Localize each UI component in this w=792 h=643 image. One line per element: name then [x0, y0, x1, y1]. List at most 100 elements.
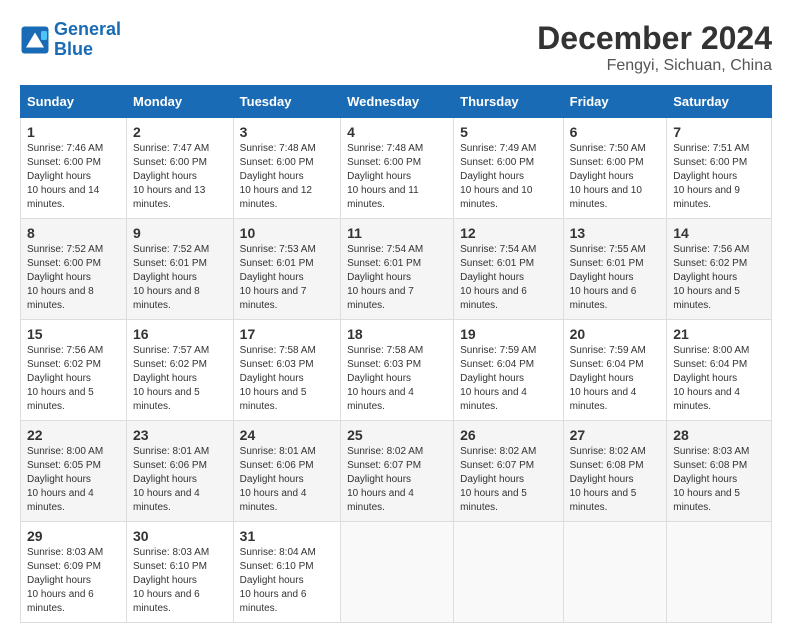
day-info: Sunrise: 7:53 AMSunset: 6:01 PMDaylight …	[240, 243, 334, 313]
day-info: Sunrise: 7:51 AMSunset: 6:00 PMDaylight …	[673, 142, 765, 212]
day-number: 24	[240, 427, 334, 443]
calendar-day-cell: 17 Sunrise: 7:58 AMSunset: 6:03 PMDaylig…	[233, 320, 340, 421]
day-number: 16	[133, 326, 227, 342]
calendar-day-cell: 4 Sunrise: 7:48 AMSunset: 6:00 PMDayligh…	[341, 118, 454, 219]
calendar-day-cell: 5 Sunrise: 7:49 AMSunset: 6:00 PMDayligh…	[454, 118, 563, 219]
calendar-day-cell: 2 Sunrise: 7:47 AMSunset: 6:00 PMDayligh…	[127, 118, 234, 219]
day-info: Sunrise: 7:49 AMSunset: 6:00 PMDaylight …	[460, 142, 556, 212]
calendar-day-cell: 16 Sunrise: 7:57 AMSunset: 6:02 PMDaylig…	[127, 320, 234, 421]
calendar-day-cell: 27 Sunrise: 8:02 AMSunset: 6:08 PMDaylig…	[563, 421, 667, 522]
calendar-day-cell: 18 Sunrise: 7:58 AMSunset: 6:03 PMDaylig…	[341, 320, 454, 421]
weekday-header: Friday	[563, 86, 667, 118]
calendar-day-cell: 30 Sunrise: 8:03 AMSunset: 6:10 PMDaylig…	[127, 522, 234, 623]
day-info: Sunrise: 7:47 AMSunset: 6:00 PMDaylight …	[133, 142, 227, 212]
calendar-week-row: 8 Sunrise: 7:52 AMSunset: 6:00 PMDayligh…	[21, 219, 772, 320]
calendar-day-cell: 21 Sunrise: 8:00 AMSunset: 6:04 PMDaylig…	[667, 320, 772, 421]
logo-text: General Blue	[54, 20, 121, 60]
calendar-day-cell: 20 Sunrise: 7:59 AMSunset: 6:04 PMDaylig…	[563, 320, 667, 421]
weekday-header: Sunday	[21, 86, 127, 118]
day-info: Sunrise: 7:56 AMSunset: 6:02 PMDaylight …	[27, 344, 120, 414]
title-block: December 2024 Fengyi, Sichuan, China	[537, 20, 772, 75]
logo-line1: General	[54, 19, 121, 39]
calendar-week-row: 1 Sunrise: 7:46 AMSunset: 6:00 PMDayligh…	[21, 118, 772, 219]
day-number: 10	[240, 225, 334, 241]
day-info: Sunrise: 7:52 AMSunset: 6:00 PMDaylight …	[27, 243, 120, 313]
day-number: 9	[133, 225, 227, 241]
day-info: Sunrise: 8:02 AMSunset: 6:07 PMDaylight …	[460, 445, 556, 515]
calendar-day-cell: 13 Sunrise: 7:55 AMSunset: 6:01 PMDaylig…	[563, 219, 667, 320]
day-info: Sunrise: 7:48 AMSunset: 6:00 PMDaylight …	[347, 142, 447, 212]
weekday-header: Thursday	[454, 86, 563, 118]
day-info: Sunrise: 8:02 AMSunset: 6:08 PMDaylight …	[570, 445, 661, 515]
logo-icon	[20, 25, 50, 55]
day-info: Sunrise: 7:46 AMSunset: 6:00 PMDaylight …	[27, 142, 120, 212]
day-info: Sunrise: 7:54 AMSunset: 6:01 PMDaylight …	[460, 243, 556, 313]
calendar-day-cell: 28 Sunrise: 8:03 AMSunset: 6:08 PMDaylig…	[667, 421, 772, 522]
day-info: Sunrise: 7:56 AMSunset: 6:02 PMDaylight …	[673, 243, 765, 313]
location: Fengyi, Sichuan, China	[537, 57, 772, 75]
day-number: 31	[240, 528, 334, 544]
logo-line2: Blue	[54, 39, 93, 59]
day-info: Sunrise: 7:50 AMSunset: 6:00 PMDaylight …	[570, 142, 661, 212]
day-info: Sunrise: 8:02 AMSunset: 6:07 PMDaylight …	[347, 445, 447, 515]
day-number: 18	[347, 326, 447, 342]
calendar-week-row: 22 Sunrise: 8:00 AMSunset: 6:05 PMDaylig…	[21, 421, 772, 522]
day-info: Sunrise: 7:57 AMSunset: 6:02 PMDaylight …	[133, 344, 227, 414]
calendar-day-cell: 3 Sunrise: 7:48 AMSunset: 6:00 PMDayligh…	[233, 118, 340, 219]
calendar-day-cell: 23 Sunrise: 8:01 AMSunset: 6:06 PMDaylig…	[127, 421, 234, 522]
day-number: 27	[570, 427, 661, 443]
day-number: 5	[460, 124, 556, 140]
calendar-day-cell: 25 Sunrise: 8:02 AMSunset: 6:07 PMDaylig…	[341, 421, 454, 522]
calendar-day-cell: 31 Sunrise: 8:04 AMSunset: 6:10 PMDaylig…	[233, 522, 340, 623]
day-info: Sunrise: 7:54 AMSunset: 6:01 PMDaylight …	[347, 243, 447, 313]
day-number: 30	[133, 528, 227, 544]
day-number: 17	[240, 326, 334, 342]
day-number: 4	[347, 124, 447, 140]
calendar-day-cell: 22 Sunrise: 8:00 AMSunset: 6:05 PMDaylig…	[21, 421, 127, 522]
weekday-header: Wednesday	[341, 86, 454, 118]
day-number: 26	[460, 427, 556, 443]
day-number: 2	[133, 124, 227, 140]
day-info: Sunrise: 7:52 AMSunset: 6:01 PMDaylight …	[133, 243, 227, 313]
day-number: 8	[27, 225, 120, 241]
calendar-day-cell: 9 Sunrise: 7:52 AMSunset: 6:01 PMDayligh…	[127, 219, 234, 320]
calendar-day-cell	[341, 522, 454, 623]
calendar-day-cell: 29 Sunrise: 8:03 AMSunset: 6:09 PMDaylig…	[21, 522, 127, 623]
day-number: 25	[347, 427, 447, 443]
day-number: 19	[460, 326, 556, 342]
calendar-day-cell: 14 Sunrise: 7:56 AMSunset: 6:02 PMDaylig…	[667, 219, 772, 320]
day-number: 14	[673, 225, 765, 241]
day-info: Sunrise: 8:03 AMSunset: 6:09 PMDaylight …	[27, 546, 120, 616]
calendar-table: SundayMondayTuesdayWednesdayThursdayFrid…	[20, 85, 772, 623]
day-info: Sunrise: 7:48 AMSunset: 6:00 PMDaylight …	[240, 142, 334, 212]
calendar-week-row: 29 Sunrise: 8:03 AMSunset: 6:09 PMDaylig…	[21, 522, 772, 623]
calendar-header: SundayMondayTuesdayWednesdayThursdayFrid…	[21, 86, 772, 118]
day-number: 20	[570, 326, 661, 342]
calendar-day-cell	[667, 522, 772, 623]
calendar-day-cell: 19 Sunrise: 7:59 AMSunset: 6:04 PMDaylig…	[454, 320, 563, 421]
calendar-week-row: 15 Sunrise: 7:56 AMSunset: 6:02 PMDaylig…	[21, 320, 772, 421]
day-number: 15	[27, 326, 120, 342]
day-info: Sunrise: 7:55 AMSunset: 6:01 PMDaylight …	[570, 243, 661, 313]
day-info: Sunrise: 7:59 AMSunset: 6:04 PMDaylight …	[460, 344, 556, 414]
day-number: 1	[27, 124, 120, 140]
calendar-day-cell: 15 Sunrise: 7:56 AMSunset: 6:02 PMDaylig…	[21, 320, 127, 421]
day-info: Sunrise: 8:03 AMSunset: 6:08 PMDaylight …	[673, 445, 765, 515]
day-number: 28	[673, 427, 765, 443]
day-number: 12	[460, 225, 556, 241]
day-info: Sunrise: 8:04 AMSunset: 6:10 PMDaylight …	[240, 546, 334, 616]
calendar-day-cell: 6 Sunrise: 7:50 AMSunset: 6:00 PMDayligh…	[563, 118, 667, 219]
day-info: Sunrise: 8:01 AMSunset: 6:06 PMDaylight …	[240, 445, 334, 515]
day-number: 7	[673, 124, 765, 140]
calendar-day-cell	[454, 522, 563, 623]
day-number: 21	[673, 326, 765, 342]
weekday-header: Monday	[127, 86, 234, 118]
day-number: 29	[27, 528, 120, 544]
day-info: Sunrise: 8:00 AMSunset: 6:05 PMDaylight …	[27, 445, 120, 515]
day-info: Sunrise: 8:03 AMSunset: 6:10 PMDaylight …	[133, 546, 227, 616]
calendar-day-cell	[563, 522, 667, 623]
page-header: General Blue December 2024 Fengyi, Sichu…	[20, 20, 772, 75]
calendar-day-cell: 24 Sunrise: 8:01 AMSunset: 6:06 PMDaylig…	[233, 421, 340, 522]
day-info: Sunrise: 7:59 AMSunset: 6:04 PMDaylight …	[570, 344, 661, 414]
day-number: 23	[133, 427, 227, 443]
